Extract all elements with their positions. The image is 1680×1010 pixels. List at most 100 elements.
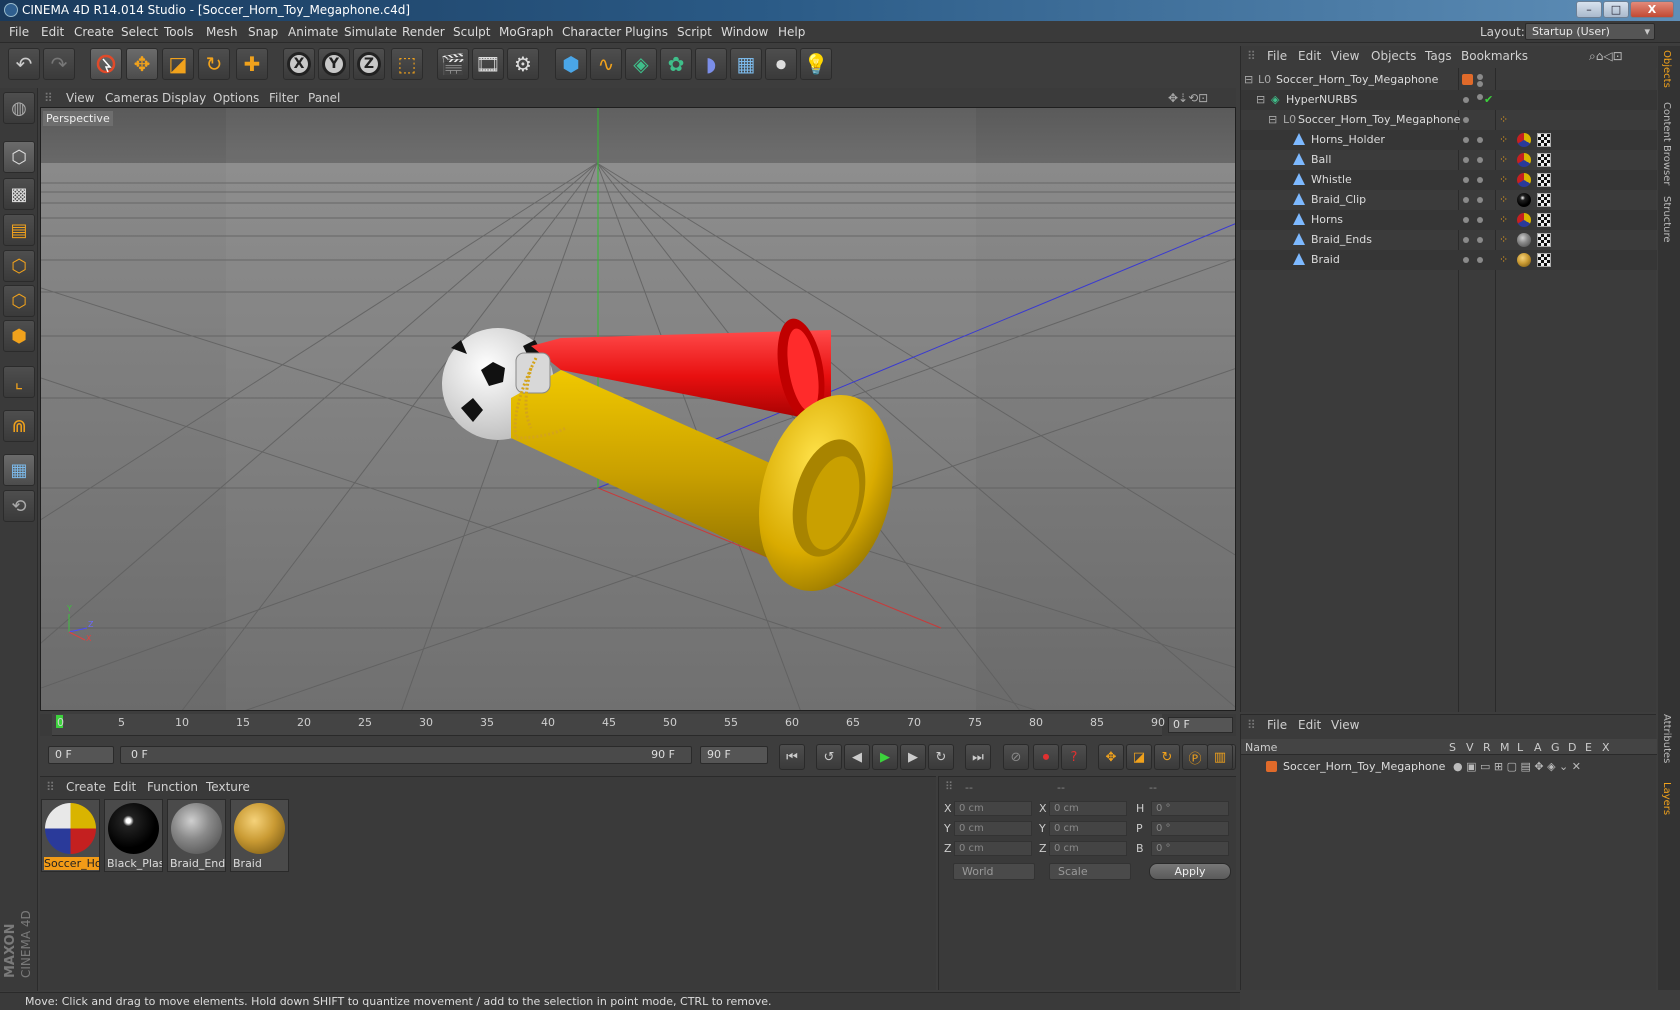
key-parameter-icon[interactable]: Ⓟ <box>1182 744 1208 770</box>
previous-frame-icon[interactable]: ◀ <box>844 744 870 770</box>
pos-y-field[interactable]: 0 cm <box>954 821 1032 836</box>
locked-workplane-icon[interactable]: ⟲ <box>3 490 35 522</box>
size-mode-dropdown[interactable]: Scale <box>1049 863 1131 880</box>
material-swatch[interactable]: Braid <box>230 799 289 872</box>
light-icon[interactable]: 💡 <box>800 48 832 80</box>
undo-icon[interactable]: ↶ <box>8 48 40 80</box>
layout-dropdown[interactable]: Startup (User) ▾ <box>1525 23 1655 40</box>
layer-row[interactable]: Soccer_Horn_Toy_Megaphone ● ▣ ▭ ⊞ ▢ ▤ ✥ … <box>1241 757 1657 777</box>
make-editable-icon[interactable]: ◍ <box>3 92 35 124</box>
coordinate-mode-dropdown[interactable]: World <box>953 863 1035 880</box>
phong-tag-icon[interactable]: ⁘ <box>1499 113 1508 126</box>
play-icon[interactable]: ▶ <box>872 744 898 770</box>
y-axis-lock-icon[interactable]: Y <box>318 48 350 80</box>
column-animation[interactable]: A <box>1534 741 1542 754</box>
timeline-ruler[interactable]: 0 5 10 15 20 25 30 35 40 45 50 55 60 65 … <box>52 714 1165 736</box>
viewport-menu-filter[interactable]: Filter <box>269 91 299 105</box>
pos-x-field[interactable]: 0 cm <box>954 801 1032 816</box>
column-manager[interactable]: M <box>1500 741 1510 754</box>
collapse-icon[interactable]: ⊟ <box>1256 93 1265 106</box>
collapse-icon[interactable]: ⊟ <box>1268 113 1277 126</box>
object-row[interactable]: Horns_Holder ⁘ <box>1241 130 1657 150</box>
material-tag-icon[interactable] <box>1517 153 1531 167</box>
menu-create[interactable]: Create <box>74 25 114 39</box>
column-locked[interactable]: L <box>1517 741 1523 754</box>
uvw-tag-icon[interactable] <box>1537 253 1551 267</box>
visibility-dot[interactable] <box>1463 237 1469 243</box>
layer-menu-file[interactable]: File <box>1267 718 1287 732</box>
material-swatch[interactable]: Braid_Ends <box>167 799 226 872</box>
tab-attributes[interactable]: Attributes <box>1661 714 1672 763</box>
x-axis-lock-icon[interactable]: X <box>283 48 315 80</box>
render-dot[interactable] <box>1477 237 1483 243</box>
deformer-icon[interactable]: ◗ <box>695 48 727 80</box>
object-menu-view[interactable]: View <box>1331 49 1359 63</box>
object-menu-bookmarks[interactable]: Bookmarks <box>1461 49 1528 63</box>
coordinate-system-icon[interactable]: ⬚ <box>391 48 423 80</box>
menu-snap[interactable]: Snap <box>248 25 278 39</box>
viewport-menu-panel[interactable]: Panel <box>308 91 340 105</box>
column-xref[interactable]: X <box>1602 741 1610 754</box>
timeline-window-icon[interactable]: ▥ <box>1207 744 1233 770</box>
object-row[interactable]: ⊟ ◈ HyperNURBS ✔ <box>1241 90 1657 110</box>
material-menu-texture[interactable]: Texture <box>206 780 250 794</box>
record-active-icon[interactable]: ⏺ <box>1033 744 1059 770</box>
phong-tag-icon[interactable]: ⁘ <box>1499 193 1508 206</box>
visibility-dot[interactable] <box>1477 74 1483 80</box>
object-row[interactable]: Braid ⁘ <box>1241 250 1657 270</box>
rot-p-field[interactable]: 0 ° <box>1151 821 1229 836</box>
menu-sculpt[interactable]: Sculpt <box>453 25 490 39</box>
rot-b-field[interactable]: 0 ° <box>1151 841 1229 856</box>
visibility-dot[interactable] <box>1463 257 1469 263</box>
camera-icon[interactable]: ⏺ <box>765 48 797 80</box>
3d-viewport[interactable]: Perspective Y Z X <box>40 107 1236 711</box>
z-axis-lock-icon[interactable]: Z <box>353 48 385 80</box>
material-tag-icon[interactable] <box>1517 213 1531 227</box>
object-row[interactable]: Braid_Clip ⁘ <box>1241 190 1657 210</box>
viewport-menu-view[interactable]: View <box>66 91 94 105</box>
pos-z-field[interactable]: 0 cm <box>954 841 1032 856</box>
tab-content-browser[interactable]: Content Browser <box>1661 102 1672 185</box>
go-to-end-icon[interactable]: ⏭ <box>965 744 991 770</box>
phong-tag-icon[interactable]: ⁘ <box>1499 153 1508 166</box>
layer-color-swatch[interactable] <box>1266 761 1277 772</box>
search-icon[interactable]: ⌕⌂◁⊡ <box>1589 49 1623 64</box>
visibility-dot[interactable] <box>1463 137 1469 143</box>
menu-animate[interactable]: Animate <box>288 25 338 39</box>
phong-tag-icon[interactable]: ⁘ <box>1499 173 1508 186</box>
key-position-icon[interactable]: ✥ <box>1098 744 1124 770</box>
object-menu-tags[interactable]: Tags <box>1425 49 1452 63</box>
column-render[interactable]: R <box>1483 741 1491 754</box>
object-menu-file[interactable]: File <box>1267 49 1287 63</box>
visibility-dot[interactable] <box>1463 157 1469 163</box>
menu-plugins[interactable]: Plugins <box>625 25 668 39</box>
material-menu-edit[interactable]: Edit <box>113 780 136 794</box>
viewport-navigation-icon[interactable]: ✥⇣⟲⊡ <box>1168 91 1208 105</box>
viewport-menu-cameras[interactable]: Cameras <box>105 91 158 105</box>
object-row[interactable]: Ball ⁘ <box>1241 150 1657 170</box>
snap-grid-icon[interactable]: ▦ <box>3 454 35 486</box>
render-dot[interactable] <box>1477 81 1483 87</box>
size-y-field[interactable]: 0 cm <box>1049 821 1127 836</box>
move-icon[interactable]: ✥ <box>126 48 158 80</box>
rot-h-field[interactable]: 0 ° <box>1151 801 1229 816</box>
close-button[interactable]: X <box>1630 1 1674 18</box>
menu-mograph[interactable]: MoGraph <box>499 25 554 39</box>
menu-simulate[interactable]: Simulate <box>344 25 397 39</box>
render-settings-icon[interactable]: ⚙ <box>507 48 539 80</box>
render-dot[interactable] <box>1477 157 1483 163</box>
menu-edit[interactable]: Edit <box>41 25 64 39</box>
render-dot[interactable] <box>1477 257 1483 263</box>
uvw-tag-icon[interactable] <box>1537 193 1551 207</box>
menu-character[interactable]: Character <box>562 25 621 39</box>
visibility-dot[interactable] <box>1463 97 1469 103</box>
menu-file[interactable]: File <box>9 25 29 39</box>
phong-tag-icon[interactable]: ⁘ <box>1499 233 1508 246</box>
autokey-help-icon[interactable]: ? <box>1061 744 1087 770</box>
polygons-mode-icon[interactable]: ⬢ <box>3 320 35 352</box>
start-frame-field[interactable]: 0 F <box>48 746 114 764</box>
render-dot[interactable] <box>1477 137 1483 143</box>
material-tag-icon[interactable] <box>1517 173 1531 187</box>
model-mode-icon[interactable]: ⬡ <box>3 141 35 173</box>
material-menu-function[interactable]: Function <box>147 780 198 794</box>
